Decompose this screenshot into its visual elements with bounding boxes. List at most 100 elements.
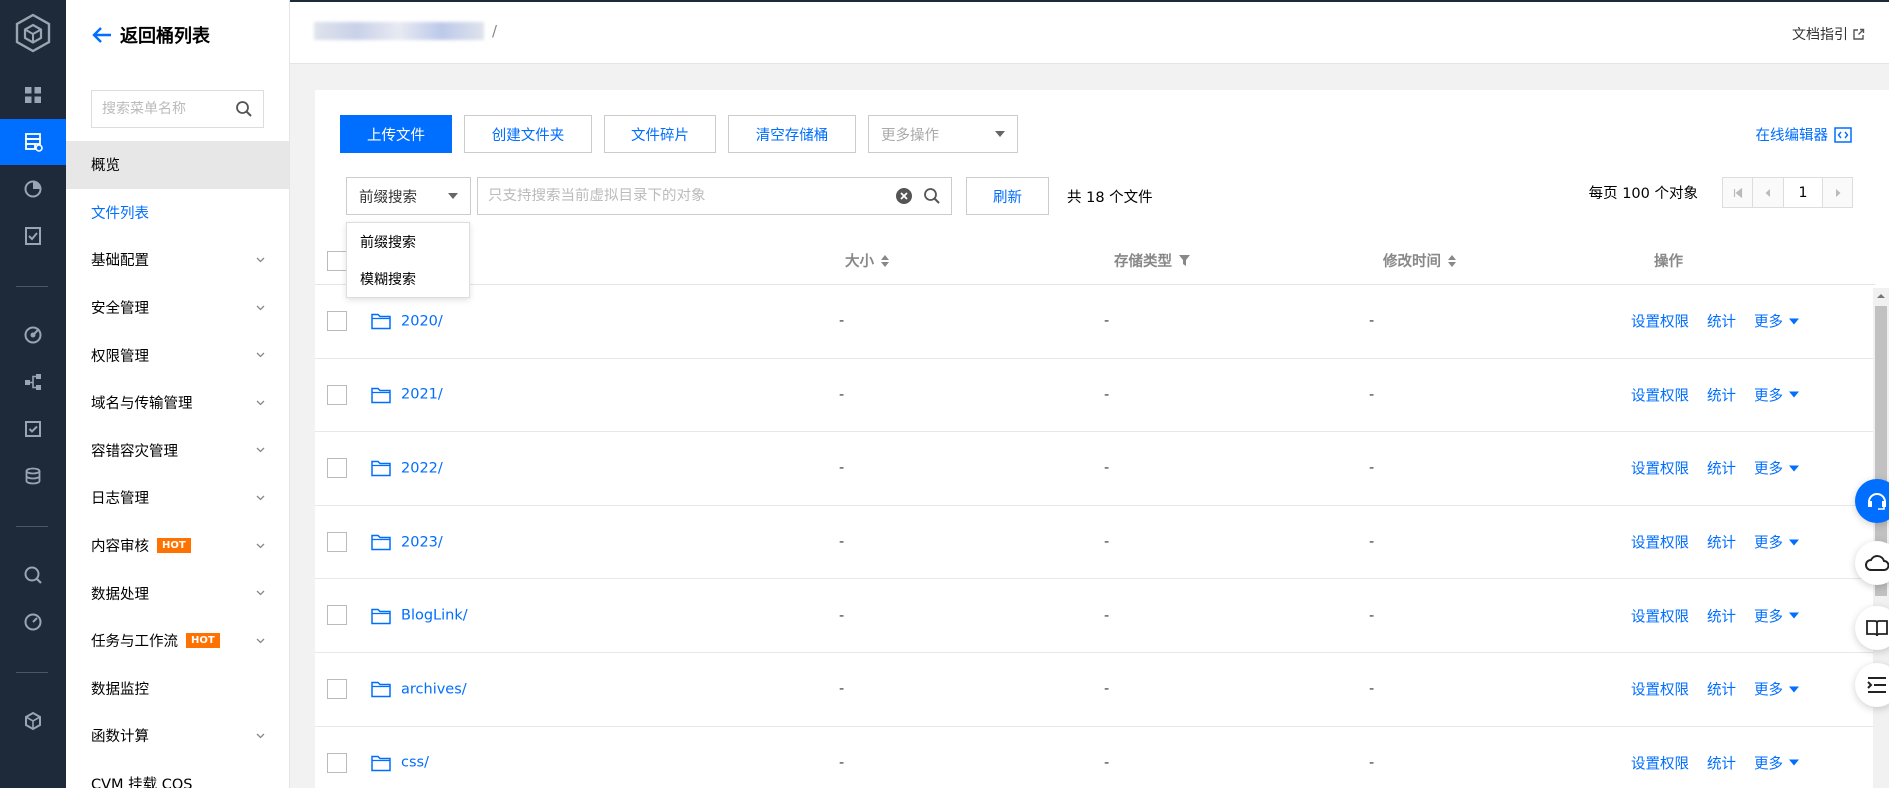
sidebar-item-tasks-workflow[interactable]: 任务与工作流 HOT xyxy=(66,617,289,665)
table-row[interactable]: css/ - - - 设置权限 统计 更多 xyxy=(315,727,1875,788)
table-row[interactable]: archives/ - - - 设置权限 统计 更多 xyxy=(315,653,1875,727)
sidebar-item-logs[interactable]: 日志管理 xyxy=(66,474,289,522)
column-size[interactable]: 大小 xyxy=(845,250,889,271)
refresh-button[interactable]: 刷新 xyxy=(966,177,1049,215)
prev-page-button[interactable] xyxy=(1753,177,1784,208)
clear-bucket-button[interactable]: 清空存储桶 xyxy=(728,115,856,153)
folder-name-link[interactable]: archives/ xyxy=(401,681,467,697)
set-permission-link[interactable]: 设置权限 xyxy=(1631,605,1689,626)
next-page-button[interactable] xyxy=(1822,177,1853,208)
folder-name-link[interactable]: 2020/ xyxy=(401,313,443,329)
create-folder-button[interactable]: 创建文件夹 xyxy=(464,115,592,153)
sidebar-item-permissions[interactable]: 权限管理 xyxy=(66,331,289,379)
search-log-icon[interactable] xyxy=(0,552,66,598)
more-operations-select[interactable]: 更多操作 xyxy=(868,115,1018,153)
radar-icon[interactable] xyxy=(0,312,66,358)
option-prefix-search[interactable]: 前缀搜索 xyxy=(347,223,469,260)
chevron-down-icon xyxy=(256,543,265,548)
row-checkbox[interactable] xyxy=(327,752,347,773)
back-to-bucket-list-button[interactable]: 返回桶列表 xyxy=(92,22,210,48)
online-editor-link[interactable]: 在线编辑器 xyxy=(1756,124,1853,145)
sidebar-item-file-list[interactable]: 文件列表 xyxy=(66,189,289,237)
table-row[interactable]: 2021/ - - - 设置权限 统计 更多 xyxy=(315,359,1875,433)
logo-icon[interactable] xyxy=(0,0,66,66)
folder-name-link[interactable]: BlogLink/ xyxy=(401,608,468,624)
sidebar-item-disaster-recovery[interactable]: 容错容灾管理 xyxy=(66,427,289,475)
column-modified-time[interactable]: 修改时间 xyxy=(1383,250,1456,271)
table-row[interactable]: 2022/ - - - 设置权限 统计 更多 xyxy=(315,432,1875,506)
more-actions-dropdown[interactable]: 更多 xyxy=(1754,311,1799,332)
stats-link[interactable]: 统计 xyxy=(1707,679,1736,700)
table-row[interactable]: 2020/ - - - 设置权限 统计 更多 xyxy=(315,285,1875,359)
sidebar-item-content-moderation[interactable]: 内容审核 HOT xyxy=(66,522,289,570)
search-mode-select[interactable]: 前缀搜索 xyxy=(346,177,471,215)
checklist-icon[interactable] xyxy=(0,213,66,259)
sidebar-item-basic-config[interactable]: 基础配置 xyxy=(66,236,289,284)
current-page[interactable]: 1 xyxy=(1784,177,1822,208)
sidebar-item-overview[interactable]: 概览 xyxy=(66,141,289,189)
dashboard-icon[interactable] xyxy=(0,72,66,118)
sidebar-item-function-compute[interactable]: 函数计算 xyxy=(66,712,289,760)
more-actions-dropdown[interactable]: 更多 xyxy=(1754,752,1799,773)
set-permission-link[interactable]: 设置权限 xyxy=(1631,532,1689,553)
set-permission-link[interactable]: 设置权限 xyxy=(1631,679,1689,700)
table-row[interactable]: BlogLink/ - - - 设置权限 统计 更多 xyxy=(315,579,1875,653)
bucket-storage-icon[interactable] xyxy=(0,119,66,165)
stats-link[interactable]: 统计 xyxy=(1707,605,1736,626)
row-checkbox[interactable] xyxy=(327,605,347,626)
size-cell: - xyxy=(839,607,845,624)
gauge-icon[interactable] xyxy=(0,599,66,645)
cube-icon[interactable] xyxy=(0,698,66,744)
pie-chart-icon[interactable] xyxy=(0,166,66,212)
first-page-button[interactable] xyxy=(1722,177,1753,208)
set-permission-link[interactable]: 设置权限 xyxy=(1631,384,1689,405)
folder-name-link[interactable]: 2021/ xyxy=(401,387,443,403)
more-label: 更多 xyxy=(1754,388,1783,405)
stats-link[interactable]: 统计 xyxy=(1707,532,1736,553)
upload-file-button[interactable]: 上传文件 xyxy=(340,115,452,153)
more-actions-dropdown[interactable]: 更多 xyxy=(1754,458,1799,479)
set-permission-link[interactable]: 设置权限 xyxy=(1631,752,1689,773)
per-page-label[interactable]: 每页 100 个对象 xyxy=(1589,182,1698,203)
scroll-up-icon[interactable] xyxy=(1873,290,1889,302)
database-icon[interactable] xyxy=(0,453,66,499)
option-fuzzy-search[interactable]: 模糊搜索 xyxy=(347,260,469,297)
select-all-checkbox[interactable] xyxy=(327,251,347,271)
more-actions-dropdown[interactable]: 更多 xyxy=(1754,679,1799,700)
flow-icon[interactable] xyxy=(0,359,66,405)
more-actions-dropdown[interactable]: 更多 xyxy=(1754,384,1799,405)
scrollbar[interactable] xyxy=(1873,288,1889,788)
folder-name-link[interactable]: 2023/ xyxy=(401,534,443,550)
row-checkbox[interactable] xyxy=(327,458,347,479)
sidebar-item-data-processing[interactable]: 数据处理 xyxy=(66,569,289,617)
search-icon[interactable] xyxy=(923,187,941,205)
row-checkbox[interactable] xyxy=(327,531,347,552)
set-permission-link[interactable]: 设置权限 xyxy=(1631,311,1689,332)
modified-time-cell: - xyxy=(1369,386,1375,403)
sidebar-item-data-monitoring[interactable]: 数据监控 xyxy=(66,665,289,713)
sidebar-item-domain-transfer[interactable]: 域名与传输管理 xyxy=(66,379,289,427)
stats-link[interactable]: 统计 xyxy=(1707,311,1736,332)
more-actions-dropdown[interactable]: 更多 xyxy=(1754,532,1799,553)
column-storage-type[interactable]: 存储类型 xyxy=(1114,250,1190,271)
clear-search-icon[interactable] xyxy=(895,187,913,205)
stats-link[interactable]: 统计 xyxy=(1707,752,1736,773)
search-icon[interactable] xyxy=(235,100,253,118)
stats-link[interactable]: 统计 xyxy=(1707,458,1736,479)
set-permission-link[interactable]: 设置权限 xyxy=(1631,458,1689,479)
folder-name-link[interactable]: css/ xyxy=(401,755,429,771)
row-checkbox[interactable] xyxy=(327,678,347,699)
sidebar-item-security[interactable]: 安全管理 xyxy=(66,284,289,332)
more-actions-dropdown[interactable]: 更多 xyxy=(1754,605,1799,626)
file-fragments-button[interactable]: 文件碎片 xyxy=(604,115,716,153)
row-checkbox[interactable] xyxy=(327,311,347,331)
doc-guide-link[interactable]: 文档指引 xyxy=(1792,24,1865,44)
task-check-icon[interactable] xyxy=(0,406,66,452)
sidebar-item-cvm-mount[interactable]: CVM 挂载 COS xyxy=(66,760,289,788)
table-row[interactable]: 2023/ - - - 设置权限 统计 更多 xyxy=(315,506,1875,580)
stats-link[interactable]: 统计 xyxy=(1707,384,1736,405)
menu-search-input[interactable] xyxy=(102,101,235,117)
row-checkbox[interactable] xyxy=(327,384,347,405)
object-search-input[interactable] xyxy=(488,188,885,204)
folder-name-link[interactable]: 2022/ xyxy=(401,460,443,476)
